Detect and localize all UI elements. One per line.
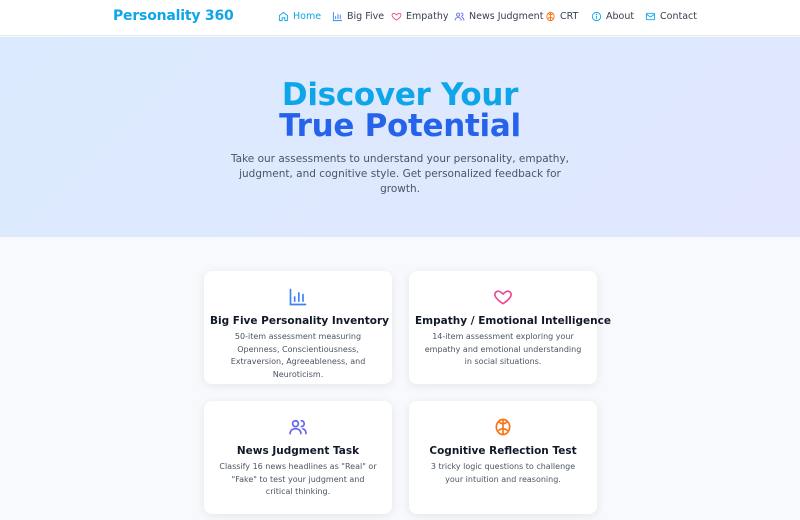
nav-empathy[interactable]: Empathy — [391, 11, 448, 22]
nav-home-label: Home — [293, 11, 322, 22]
heart-icon — [494, 290, 512, 305]
card-description: Classify 16 news headlines as "Real" or … — [219, 462, 377, 496]
nav-home[interactable]: Home — [278, 11, 321, 22]
card-description: 14-item assessment exploring your empath… — [424, 332, 582, 366]
card-description: 3 tricky logic questions to challenge yo… — [430, 462, 576, 484]
nav-empathy-label: Empathy — [406, 11, 449, 22]
brand-logo[interactable]: Personality 360 — [113, 8, 234, 24]
users-icon — [289, 419, 307, 435]
card-title: Cognitive Reflection Test — [429, 445, 577, 457]
mail-icon — [645, 12, 656, 21]
card-empathy[interactable]: Empathy / Emotional Intelligence 14-item… — [409, 271, 611, 384]
nav-crt[interactable]: CRT — [545, 11, 578, 22]
nav-about-label: About — [606, 11, 635, 22]
nav-contact-label: Contact — [660, 11, 697, 22]
nav-contact[interactable]: Contact — [645, 11, 697, 22]
users-icon — [454, 12, 465, 21]
card-crt[interactable]: Cognitive Reflection Test 3 tricky logic… — [409, 401, 597, 514]
nav-crt-label: CRT — [560, 11, 579, 22]
top-navbar: Personality 360 Home Big Five Empathy Ne… — [0, 0, 800, 36]
nav-big-five-label: Big Five — [347, 11, 385, 22]
home-icon — [278, 11, 289, 22]
nav-about[interactable]: About — [591, 11, 634, 22]
hero-title-line-1: Discover Your — [281, 77, 519, 113]
hero-subtitle: Take our assessments to understand your … — [230, 153, 570, 195]
brain-icon — [495, 418, 511, 436]
nav-big-five[interactable]: Big Five — [332, 11, 384, 22]
bar-chart-icon — [332, 11, 343, 22]
card-description: 50-item assessment measuring Openness, C… — [230, 332, 366, 379]
nav-news-judgment[interactable]: News Judgment — [454, 11, 543, 22]
info-icon — [591, 11, 602, 22]
nav-news-judgment-label: News Judgment — [469, 11, 544, 22]
card-title: Big Five Personality Inventory — [210, 315, 389, 327]
heart-icon — [391, 12, 402, 21]
card-big-five[interactable]: Big Five Personality Inventory 50-item a… — [204, 271, 392, 384]
hero-title-line-2: True Potential — [279, 108, 521, 144]
card-news-judgment[interactable]: News Judgment Task Classify 16 news head… — [204, 401, 392, 514]
brain-icon — [546, 11, 555, 22]
hero-section: Discover Your True Potential Take our as… — [0, 37, 800, 237]
card-title: Empathy / Emotional Intelligence — [415, 315, 611, 327]
card-title: News Judgment Task — [236, 445, 360, 457]
bar-chart-icon — [289, 288, 307, 306]
